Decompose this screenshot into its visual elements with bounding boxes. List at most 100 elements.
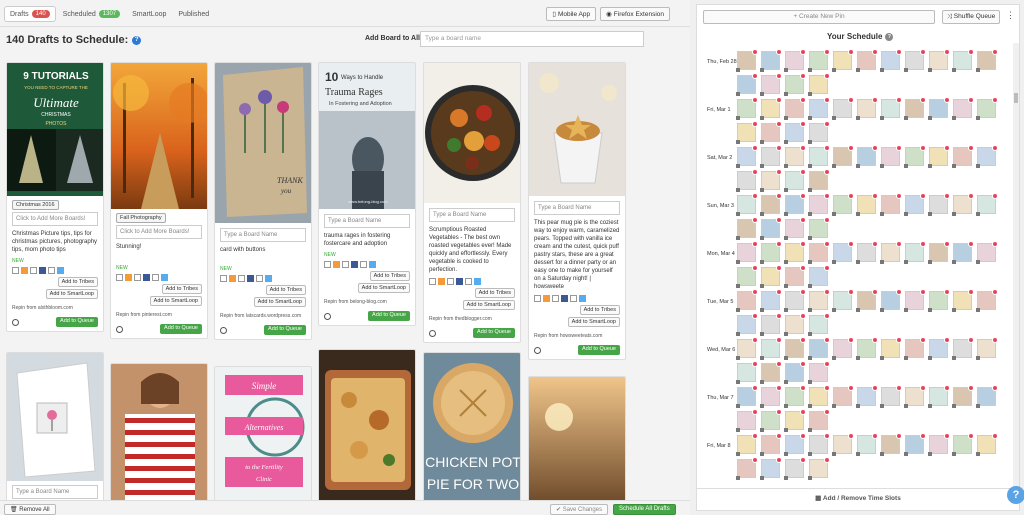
schedule-slot[interactable]	[976, 433, 998, 456]
schedule-slot[interactable]	[880, 337, 902, 360]
scrollbar-thumb[interactable]	[1014, 93, 1018, 103]
schedule-slot[interactable]	[928, 193, 950, 216]
schedule-slot[interactable]	[832, 433, 854, 456]
schedule-slot[interactable]	[928, 145, 950, 168]
schedule-slot[interactable]	[904, 385, 926, 408]
checkbox-icon[interactable]	[48, 267, 55, 274]
schedule-slot[interactable]	[808, 289, 830, 312]
schedule-slot[interactable]	[736, 241, 758, 264]
schedule-slot[interactable]	[760, 169, 782, 192]
schedule-slot[interactable]	[976, 289, 998, 312]
schedule-slot[interactable]	[952, 337, 974, 360]
rss-icon[interactable]	[125, 274, 132, 281]
schedule-slot[interactable]	[784, 385, 806, 408]
remove-all-button[interactable]: 🗑 Remove All	[4, 504, 56, 515]
schedule-slot[interactable]	[808, 337, 830, 360]
schedule-slot[interactable]	[856, 337, 878, 360]
schedule-slot[interactable]	[736, 457, 758, 480]
add-to-smartloop-button[interactable]: Add to SmartLoop	[45, 289, 98, 299]
checkbox-icon[interactable]	[238, 275, 245, 282]
schedule-slot[interactable]	[760, 289, 782, 312]
checkbox-icon[interactable]	[12, 267, 19, 274]
schedule-slot[interactable]	[832, 49, 854, 72]
boards-input[interactable]: Type a Board Name	[12, 485, 98, 499]
board-tag[interactable]: Christmas 2016	[12, 200, 59, 210]
checkbox-icon[interactable]	[256, 275, 263, 282]
schedule-slot[interactable]	[760, 97, 782, 120]
schedule-slot[interactable]	[808, 169, 830, 192]
schedule-slot[interactable]	[736, 313, 758, 336]
schedule-slot[interactable]	[760, 145, 782, 168]
checkbox-icon[interactable]	[342, 261, 349, 268]
schedule-slot[interactable]	[904, 97, 926, 120]
checkbox-icon[interactable]	[152, 274, 159, 281]
clock-icon[interactable]	[429, 329, 436, 337]
schedule-slot[interactable]	[736, 337, 758, 360]
checkbox-icon[interactable]	[429, 278, 436, 285]
schedule-slot[interactable]	[736, 433, 758, 456]
add-to-smartloop-button[interactable]: Add to SmartLoop	[253, 297, 306, 307]
checkbox-icon[interactable]	[570, 295, 577, 302]
schedule-slot[interactable]	[952, 97, 974, 120]
rss-icon[interactable]	[333, 261, 340, 268]
checkbox-icon[interactable]	[465, 278, 472, 285]
schedule-slot[interactable]	[760, 457, 782, 480]
schedule-slot[interactable]	[736, 217, 758, 240]
clock-icon[interactable]	[324, 312, 331, 320]
schedule-slot[interactable]	[904, 337, 926, 360]
schedule-slot[interactable]	[736, 193, 758, 216]
schedule-slot[interactable]	[952, 241, 974, 264]
add-to-queue-button[interactable]: Add to Queue	[160, 324, 202, 334]
schedule-slot[interactable]	[784, 73, 806, 96]
schedule-slot[interactable]	[952, 193, 974, 216]
schedule-slot[interactable]	[736, 121, 758, 144]
twitter-icon[interactable]	[369, 261, 376, 268]
schedule-slot[interactable]	[856, 241, 878, 264]
schedule-slot[interactable]	[736, 409, 758, 432]
schedule-slot[interactable]	[784, 265, 806, 288]
checkbox-icon[interactable]	[30, 267, 37, 274]
schedule-slot[interactable]	[928, 241, 950, 264]
schedule-slot[interactable]	[808, 241, 830, 264]
schedule-slot[interactable]	[976, 193, 998, 216]
add-to-tribes-button[interactable]: Add to Tribes	[579, 305, 620, 315]
schedule-slot[interactable]	[856, 49, 878, 72]
schedule-slot[interactable]	[784, 313, 806, 336]
schedule-slot[interactable]	[784, 241, 806, 264]
schedule-slot[interactable]	[952, 49, 974, 72]
schedule-slot[interactable]	[832, 337, 854, 360]
schedule-slot[interactable]	[832, 97, 854, 120]
clock-icon[interactable]	[220, 326, 227, 334]
schedule-slot[interactable]	[904, 241, 926, 264]
more-options-icon[interactable]: ⋮	[1006, 10, 1015, 21]
schedule-slot[interactable]	[760, 73, 782, 96]
schedule-slot[interactable]	[784, 289, 806, 312]
rss-icon[interactable]	[21, 267, 28, 274]
schedule-slot[interactable]	[760, 241, 782, 264]
twitter-icon[interactable]	[161, 274, 168, 281]
schedule-slot[interactable]	[976, 49, 998, 72]
schedule-slot[interactable]	[856, 97, 878, 120]
schedule-slot[interactable]	[760, 409, 782, 432]
schedule-slot[interactable]	[808, 433, 830, 456]
schedule-slot[interactable]	[832, 241, 854, 264]
facebook-icon[interactable]	[561, 295, 568, 302]
schedule-slot[interactable]	[832, 145, 854, 168]
schedule-slot[interactable]	[856, 193, 878, 216]
schedule-scrollbar[interactable]	[1013, 43, 1019, 490]
schedule-slot[interactable]	[880, 433, 902, 456]
add-to-queue-button[interactable]: Add to Queue	[56, 317, 98, 327]
tab-smartloop[interactable]: SmartLoop	[127, 6, 171, 22]
mobile-app-button[interactable]: ▯ Mobile App	[546, 7, 597, 21]
schedule-slot[interactable]	[952, 385, 974, 408]
schedule-slot[interactable]	[928, 97, 950, 120]
schedule-slot[interactable]	[736, 169, 758, 192]
checkbox-icon[interactable]	[220, 275, 227, 282]
schedule-slot[interactable]	[952, 289, 974, 312]
schedule-slot[interactable]	[784, 433, 806, 456]
schedule-slot[interactable]	[760, 337, 782, 360]
help-button[interactable]: ?	[1007, 486, 1024, 504]
add-to-tribes-button[interactable]: Add to Tribes	[161, 284, 202, 294]
board-tag[interactable]: Fall Photography	[116, 213, 166, 223]
schedule-slot[interactable]	[808, 217, 830, 240]
